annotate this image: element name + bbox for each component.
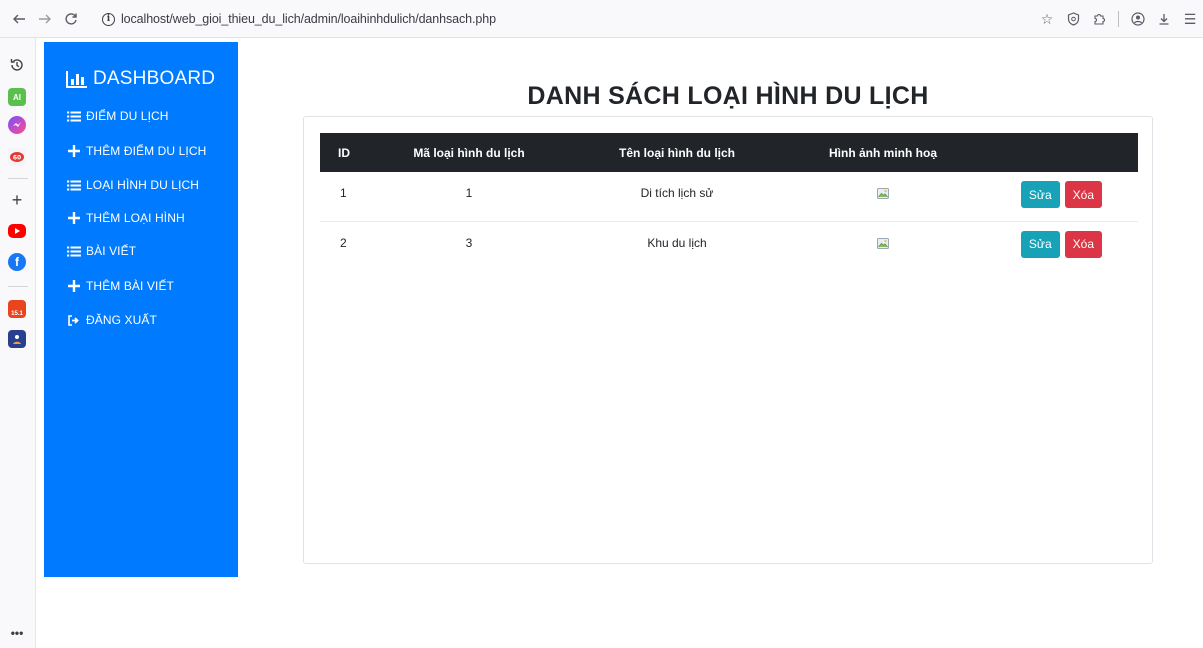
account-icon[interactable]: [1125, 8, 1151, 30]
nav-item-loai-hinh-du-lich[interactable]: LOẠI HÌNH DU LỊCH: [66, 178, 199, 192]
header-actions: [966, 133, 1138, 172]
sidebar-separator: [8, 178, 28, 179]
nav-item-them-bai-viet[interactable]: THÊM BÀI VIẾT: [66, 279, 174, 293]
add-panel-icon[interactable]: +: [8, 190, 26, 210]
app-red-icon[interactable]: 60: [8, 148, 26, 166]
messenger-icon[interactable]: [8, 116, 26, 134]
page-title: DANH SÁCH LOẠI HÌNH DU LỊCH: [527, 82, 929, 110]
nav-item-label: ĐIỂM DU LỊCH: [86, 109, 169, 123]
dashboard-brand[interactable]: DASHBOARD: [66, 68, 215, 90]
more-dots-icon[interactable]: •••: [8, 624, 26, 642]
download-icon[interactable]: [1151, 8, 1177, 30]
sidebar-separator: [8, 286, 28, 287]
back-arrow-icon[interactable]: [8, 8, 30, 30]
edit-button[interactable]: Sửa: [1020, 230, 1060, 258]
table-header-row: ID Mã loại hình du lịch Tên loại hình du…: [320, 133, 1138, 172]
plus-icon: [66, 280, 82, 292]
nav-item-label: BÀI VIẾT: [86, 244, 137, 258]
nav-item-label: LOẠI HÌNH DU LỊCH: [86, 178, 200, 192]
cell-image: [800, 221, 966, 270]
cell-id: 1: [320, 172, 384, 222]
forward-arrow-icon[interactable]: [34, 8, 56, 30]
calendar-app-icon[interactable]: 15.1: [8, 300, 26, 318]
shield-icon[interactable]: [1060, 8, 1086, 30]
svg-text:60: 60: [13, 155, 21, 162]
nav-item-them-diem-du-lich[interactable]: THÊM ĐIỂM DU LỊCH: [66, 144, 206, 158]
bar-chart-icon: [66, 71, 87, 88]
browser-right-tools: ☆ ☰: [1034, 8, 1203, 30]
delete-button[interactable]: Xóa: [1064, 181, 1102, 208]
edit-button[interactable]: Sửa: [1020, 181, 1060, 208]
history-icon[interactable]: [8, 56, 26, 74]
app-blue-icon[interactable]: [8, 330, 26, 348]
cell-code: 1: [384, 172, 554, 222]
site-info-icon[interactable]: i: [102, 12, 115, 26]
facebook-icon[interactable]: f: [8, 253, 26, 271]
nav-item-label: THÊM BÀI VIẾT: [86, 279, 174, 293]
url-text[interactable]: localhost/web_gioi_thieu_du_lich/admin/l…: [121, 12, 496, 26]
cell-actions: Sửa Xóa: [966, 172, 1138, 222]
table-row: 2 3 Khu du lịch Sửa Xóa: [320, 221, 1138, 270]
nav-item-label: THÊM ĐIỂM DU LỊCH: [86, 144, 207, 158]
cell-id: 2: [340, 235, 347, 250]
nav-item-dang-xuat[interactable]: ĐĂNG XUẤT: [66, 313, 157, 327]
cell-name: Di tích lịch sử: [554, 172, 800, 222]
nav-item-diem-du-lich[interactable]: ĐIỂM DU LỊCH: [66, 109, 169, 123]
extensions-icon[interactable]: [1086, 8, 1112, 30]
admin-sidebar: DASHBOARD ĐIỂM DU LỊCH THÊM ĐIỂM DU LỊCH…: [44, 42, 238, 577]
plus-icon: [66, 212, 82, 224]
plus-icon: [66, 145, 82, 157]
cell-code: 3: [465, 235, 473, 250]
list-icon: [66, 110, 82, 122]
broken-image-icon: [877, 237, 889, 249]
header-name: Tên loại hình du lịch: [554, 133, 800, 172]
header-image: Hình ảnh minh hoạ: [800, 133, 966, 172]
tourism-type-table: ID Mã loại hình du lịch Tên loại hình du…: [320, 133, 1138, 270]
toolbar-separator: [1118, 11, 1119, 27]
cell-name: Khu du lịch: [647, 235, 707, 250]
nav-item-bai-viet[interactable]: BÀI VIẾT: [66, 244, 136, 258]
list-icon: [66, 245, 82, 257]
cell-actions: Sửa Xóa: [966, 221, 1138, 270]
browser-toolbar: i localhost/web_gioi_thieu_du_lich/admin…: [0, 0, 1203, 38]
table-row: 1 1 Di tích lịch sử Sửa Xóa: [320, 172, 1138, 222]
broken-image-icon: [877, 188, 889, 199]
table-card: ID Mã loại hình du lịch Tên loại hình du…: [303, 116, 1153, 564]
nav-item-label: ĐĂNG XUẤT: [86, 313, 157, 327]
delete-button[interactable]: Xóa: [1064, 230, 1102, 258]
nav-item-label: THÊM LOẠI HÌNH: [86, 211, 185, 225]
brand-text: DASHBOARD: [93, 68, 216, 89]
list-icon: [66, 179, 82, 191]
ai-chat-icon[interactable]: AI: [8, 88, 26, 106]
browser-sidebar: AI 60 + f 15.1 •••: [0, 38, 36, 648]
reload-icon[interactable]: [60, 8, 82, 30]
cell-image: [800, 172, 966, 222]
bookmark-star-icon[interactable]: ☆: [1034, 8, 1060, 30]
nav-item-them-loai-hinh[interactable]: THÊM LOẠI HÌNH: [66, 211, 185, 225]
youtube-icon[interactable]: [8, 224, 26, 238]
sign-out-icon: [66, 314, 82, 326]
header-id: ID: [320, 133, 384, 172]
menu-hamburger-icon[interactable]: ☰: [1177, 8, 1203, 30]
header-code: Mã loại hình du lịch: [384, 133, 554, 172]
